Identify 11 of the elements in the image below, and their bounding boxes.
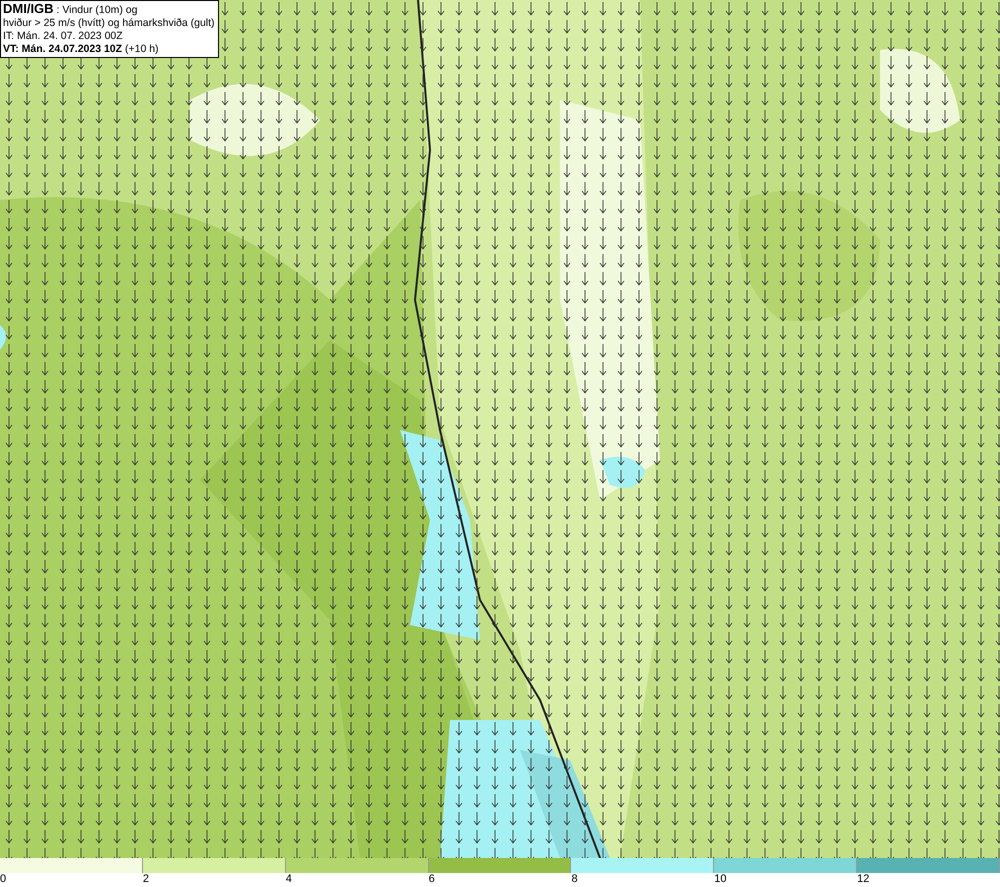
- info-text: DMI/IGB : Vindur (10m) og: [3, 2, 138, 17]
- legend-label: 6: [428, 873, 435, 886]
- legend-label: 2: [142, 873, 149, 886]
- legend-label: 10: [714, 873, 727, 886]
- legend-label: 4: [286, 873, 292, 886]
- info-text: hviður > 25 m/s (hvítt) og hámarkshviða (gult): [3, 17, 215, 30]
- legend-label: 0: [0, 873, 6, 886]
- info-text: IT: Mán. 24. 07. 2023 00Z: [3, 30, 124, 43]
- legend-label: 12: [857, 873, 870, 886]
- info-text: VT: Mán. 24.07.2023 10Z (+10 h): [3, 43, 160, 56]
- legend-label: 8: [571, 873, 578, 886]
